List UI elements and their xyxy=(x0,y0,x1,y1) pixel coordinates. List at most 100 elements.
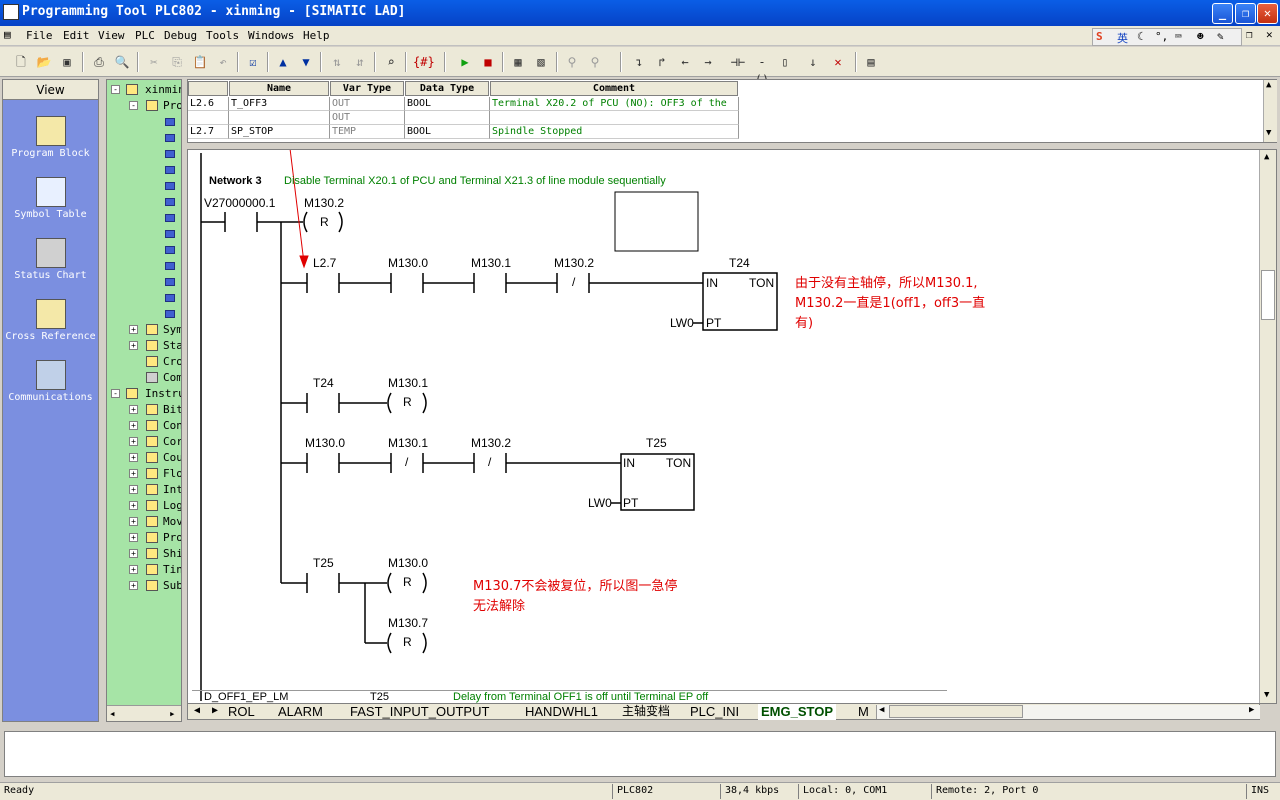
contact-label[interactable]: L2.7 xyxy=(313,256,336,270)
timer-label[interactable]: T24 xyxy=(729,256,750,270)
contact-label[interactable]: M130.0 xyxy=(305,436,345,450)
block-icon[interactable] xyxy=(165,246,175,254)
scroll-thumb[interactable] xyxy=(1261,270,1275,320)
contact-icon[interactable]: ⊣⊢ xyxy=(729,53,747,71)
tree-hscrollbar[interactable]: ◂ ▸ xyxy=(107,705,181,721)
sort-desc-icon[interactable]: ⇵ xyxy=(351,53,369,71)
coil-label[interactable]: M130.0 xyxy=(388,556,428,570)
tab-rol[interactable]: ROL xyxy=(228,704,255,720)
row-var[interactable]: OUT xyxy=(330,111,405,125)
tab-spindle-gear[interactable]: 主轴变档 xyxy=(622,704,670,720)
scroll-down-icon[interactable]: ▼ xyxy=(1264,690,1269,700)
print-icon[interactable]: ⎙ xyxy=(90,53,108,71)
mdi-close-icon[interactable]: ✕ xyxy=(1266,28,1273,41)
scroll-right-icon[interactable]: ▸ xyxy=(169,707,176,720)
close-button[interactable]: ✕ xyxy=(1257,3,1278,24)
ime-lang[interactable]: 英 xyxy=(1117,30,1128,46)
view-cross-reference[interactable]: Cross Reference xyxy=(3,299,98,342)
minimize-button[interactable]: _ xyxy=(1212,3,1233,24)
menu-tools[interactable]: Tools xyxy=(206,29,239,42)
block-icon[interactable] xyxy=(165,134,175,142)
wrench-icon[interactable]: ✎ xyxy=(1217,30,1224,43)
col-var-type[interactable]: Var Type xyxy=(330,81,404,96)
scroll-right-icon[interactable]: ▶ xyxy=(1249,705,1254,715)
row-name[interactable]: T_OFF3 xyxy=(229,97,330,111)
undo-icon[interactable]: ↶ xyxy=(214,53,232,71)
block-icon[interactable] xyxy=(165,310,175,318)
ladder-canvas[interactable] xyxy=(188,150,1258,703)
output-window[interactable] xyxy=(4,731,1276,777)
mdi-restore-icon[interactable]: ❐ xyxy=(1246,28,1253,41)
scroll-thumb[interactable] xyxy=(889,705,1023,718)
scroll-up-icon[interactable]: ▲ xyxy=(1264,152,1269,162)
row-comment[interactable] xyxy=(490,111,739,125)
tab-m[interactable]: M xyxy=(858,704,869,720)
menu-view[interactable]: View xyxy=(98,29,125,42)
network-title[interactable]: Network 3 xyxy=(209,175,262,187)
new-icon[interactable]: 🗋 xyxy=(12,53,30,71)
coil-label[interactable]: M130.2 xyxy=(304,196,344,210)
download-icon[interactable]: ▼ xyxy=(297,53,315,71)
tab-fast-io[interactable]: FAST_INPUT_OUTPUT xyxy=(350,704,489,720)
open-icon[interactable]: 📂 xyxy=(35,53,53,71)
sort-asc-icon[interactable]: ⇅ xyxy=(328,53,346,71)
scroll-left-icon[interactable]: ◂ xyxy=(109,707,116,720)
block-icon[interactable] xyxy=(165,278,175,286)
options-icon[interactable]: {#} xyxy=(413,53,435,71)
menu-help[interactable]: Help xyxy=(303,29,330,42)
upload-icon[interactable]: ▲ xyxy=(274,53,292,71)
row-type[interactable]: BOOL xyxy=(405,125,490,139)
paste-icon[interactable]: 📋 xyxy=(191,53,209,71)
compile-icon[interactable]: ☑ xyxy=(244,53,262,71)
tab-handwhl1[interactable]: HANDWHL1 xyxy=(525,704,598,720)
save-all-icon[interactable]: ▣ xyxy=(58,53,76,71)
tab-alarm[interactable]: ALARM xyxy=(278,704,323,720)
tab-plc-ini[interactable]: PLC_INI xyxy=(690,704,739,720)
menu-edit[interactable]: Edit xyxy=(63,29,90,42)
timer-preset[interactable]: LW0 xyxy=(670,316,694,330)
table-vscrollbar[interactable]: ▲ ▼ xyxy=(1263,80,1277,142)
block-icon[interactable] xyxy=(165,214,175,222)
col-comment[interactable]: Comment xyxy=(490,81,738,96)
print-preview-icon[interactable]: 🔍 xyxy=(113,53,131,71)
force-icon[interactable]: ⚲ xyxy=(563,53,581,71)
scroll-up-icon[interactable]: ▲ xyxy=(1266,80,1271,90)
contact-label[interactable]: M130.1 xyxy=(471,256,511,270)
user-icon[interactable]: ☻ xyxy=(1197,30,1204,43)
row-type[interactable] xyxy=(405,111,490,125)
line-up-icon[interactable]: ↱ xyxy=(653,53,671,71)
row-comment[interactable]: Terminal X20.2 of PCU (NO): OFF3 of the xyxy=(490,97,739,111)
coil-label[interactable]: M130.7 xyxy=(388,616,428,630)
moon-icon[interactable]: ☾ xyxy=(1137,30,1144,43)
view-symbol-table[interactable]: Symbol Table xyxy=(3,177,98,220)
network-comment[interactable]: Disable Terminal X20.1 of PCU and Termin… xyxy=(284,175,666,187)
row-comment[interactable]: Spindle Stopped xyxy=(490,125,739,139)
line-left-icon[interactable]: ← xyxy=(676,53,694,71)
sogou-icon[interactable]: S xyxy=(1096,30,1103,43)
block-icon[interactable] xyxy=(165,294,175,302)
copy-icon[interactable]: ⎘ xyxy=(168,53,186,71)
view-program-block[interactable]: Program Block xyxy=(3,116,98,159)
contact-label[interactable]: T24 xyxy=(313,376,334,390)
chart-status-icon[interactable]: ▧ xyxy=(532,53,550,71)
row-var[interactable]: OUT xyxy=(330,97,405,111)
box-icon[interactable]: ▯ xyxy=(776,53,794,71)
punct-icon[interactable]: °, xyxy=(1155,30,1168,43)
line-right-icon[interactable]: → xyxy=(699,53,717,71)
delete-network-icon[interactable]: ✕ xyxy=(829,53,847,71)
line-down-icon[interactable]: ↴ xyxy=(630,53,648,71)
view-status-chart[interactable]: Status Chart xyxy=(3,238,98,281)
stop-icon[interactable]: ■ xyxy=(479,53,497,71)
col-name[interactable]: Name xyxy=(229,81,329,96)
menu-plc[interactable]: PLC xyxy=(135,29,155,42)
coil-icon[interactable]: -() xyxy=(753,53,771,87)
block-icon[interactable] xyxy=(165,166,175,174)
col-data-type[interactable]: Data Type xyxy=(405,81,489,96)
block-icon[interactable] xyxy=(165,118,175,126)
menu-debug[interactable]: Debug xyxy=(164,29,197,42)
pou-icon[interactable]: ▤ xyxy=(862,53,880,71)
insert-network-icon[interactable]: ↓ xyxy=(804,53,822,71)
contact-label[interactable]: T25 xyxy=(313,556,334,570)
coil-label[interactable]: M130.1 xyxy=(388,376,428,390)
block-icon[interactable] xyxy=(165,198,175,206)
